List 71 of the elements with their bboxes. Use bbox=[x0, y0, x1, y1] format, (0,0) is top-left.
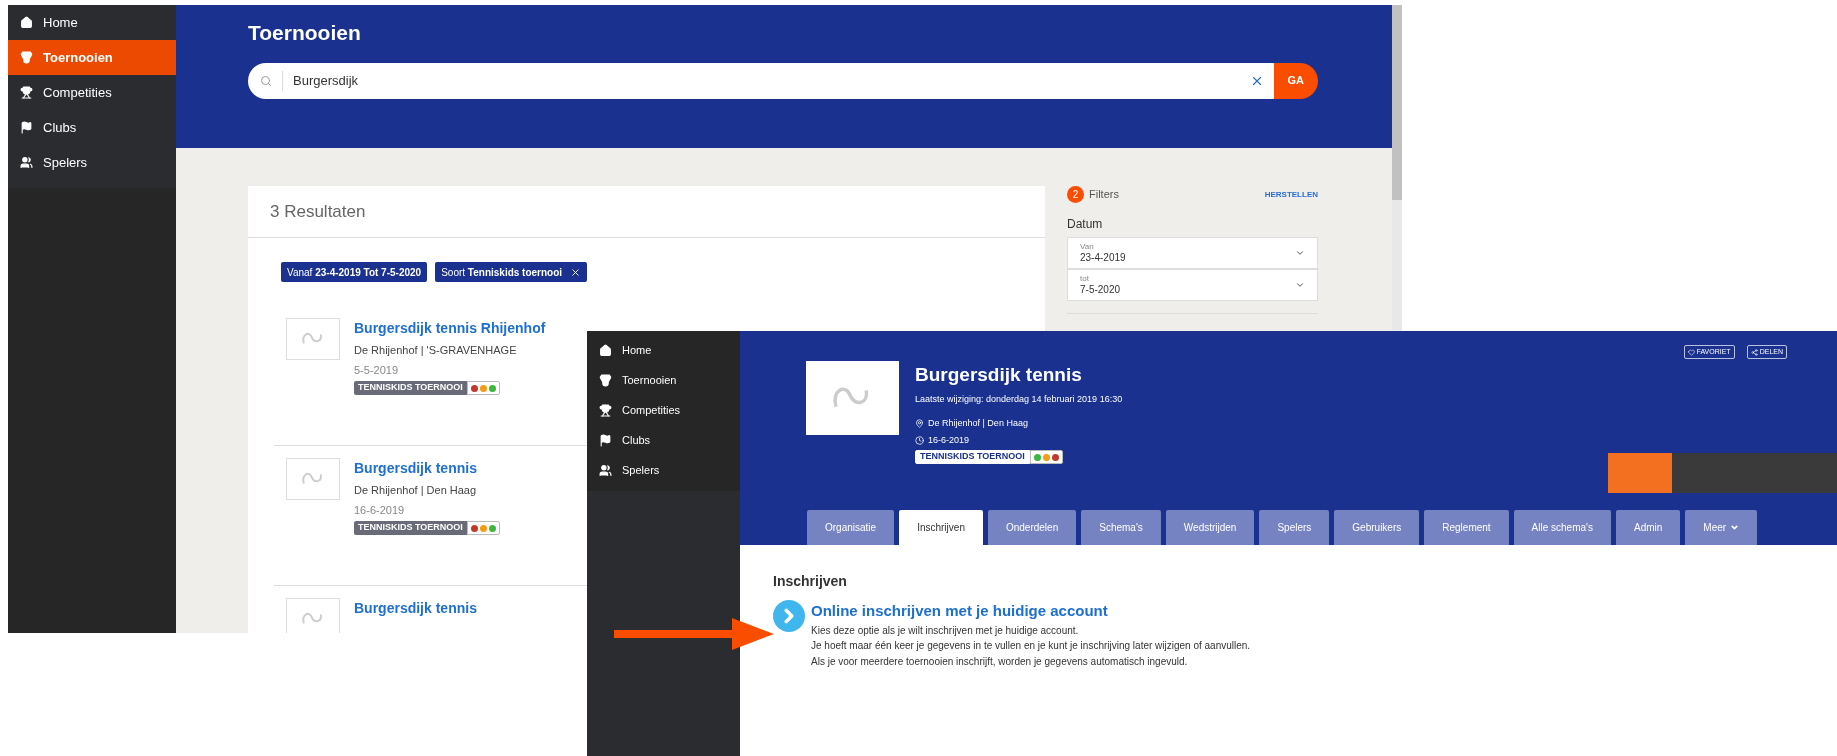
tournament-date: 16-6-2019 bbox=[354, 502, 406, 518]
option-description: Kies deze optie als je wilt inschrijven met je huidige account. bbox=[811, 623, 1080, 638]
tournament-location: De Rhijenhof | Den Haag bbox=[354, 483, 478, 498]
flag-icon bbox=[599, 433, 612, 447]
sidebar-item[interactable]: Toernooien bbox=[587, 365, 740, 395]
tournament-date: 5-5-2019 bbox=[354, 362, 400, 378]
tab[interactable]: Inschrijven bbox=[899, 510, 983, 545]
caret-icon bbox=[1730, 523, 1740, 532]
last-modified: Laatste wijziging: donderdag 14 februari 2019 16:30 bbox=[915, 392, 1123, 406]
filter-chip[interactable]: Soort Tenniskids toernooi bbox=[435, 262, 588, 282]
heart-icon bbox=[1687, 348, 1695, 356]
tournament-location: De Rhijenhof | Den Haag bbox=[928, 417, 1028, 430]
tournament-link[interactable]: Burgersdijk tennis Rhijenhof bbox=[354, 318, 546, 339]
sidebar-item[interactable]: Home bbox=[8, 5, 176, 40]
tab[interactable]: Onderdelen bbox=[987, 510, 1077, 545]
trophy-icon bbox=[599, 403, 612, 417]
search-icon bbox=[260, 74, 272, 87]
tab[interactable]: Organisatie bbox=[807, 510, 895, 545]
date-select[interactable]: tot 7-5-2020 bbox=[1067, 269, 1318, 301]
logo-placeholder bbox=[286, 458, 340, 500]
tournament-tag: TENNISKIDS TOERNOOI bbox=[915, 450, 1030, 464]
sidebar-item[interactable]: Toernooien bbox=[8, 40, 176, 75]
tournament-title: Burgersdijk tennis bbox=[915, 363, 1083, 387]
share-icon bbox=[1750, 348, 1758, 356]
tab[interactable]: Schema's bbox=[1081, 510, 1161, 545]
tournament-date: 16-6-2019 bbox=[928, 433, 970, 447]
clock-icon bbox=[915, 435, 924, 445]
option-description: Als je voor meerdere toernooien inschrijft, worden je gegevens automatisch ingevuld. bbox=[811, 654, 1189, 669]
pin-icon bbox=[915, 419, 924, 429]
date-select[interactable]: Van 23-4-2019 bbox=[1067, 237, 1318, 269]
search-bar[interactable]: Burgersdijk bbox=[248, 62, 1274, 99]
page-title: Toernooien bbox=[248, 20, 362, 46]
home-icon bbox=[20, 16, 33, 29]
section-heading: Inschrijven bbox=[773, 572, 848, 591]
filter-count-badge: 2 bbox=[1067, 186, 1084, 203]
tournament-tag: TENNISKIDS TOERNOOI bbox=[354, 381, 467, 395]
sidebar-item[interactable]: Spelers bbox=[587, 455, 740, 485]
users-icon bbox=[20, 156, 33, 169]
tab[interactable]: Spelers bbox=[1259, 510, 1330, 545]
trophy-icon bbox=[20, 86, 33, 99]
tab[interactable]: Alle schema's bbox=[1513, 510, 1611, 545]
tournament-tag: TENNISKIDS TOERNOOI bbox=[354, 521, 467, 535]
option-description: Je hoeft maar één keer je gegevens in te vullen en je kunt je inschrijving later wijzigen of aanvullen. bbox=[811, 639, 1251, 653]
close-icon[interactable] bbox=[570, 266, 582, 278]
sidebar-item[interactable]: Competities bbox=[8, 75, 176, 110]
users-icon bbox=[599, 463, 612, 477]
sidebar-item[interactable]: Clubs bbox=[587, 425, 740, 455]
sidebar-item[interactable]: Clubs bbox=[8, 110, 176, 145]
tournament-link[interactable]: Burgersdijk tennis bbox=[354, 458, 500, 479]
tournament-location: De Rhijenhof | 'S-GRAVENHAGE bbox=[354, 343, 518, 358]
sidebar-item[interactable]: Home bbox=[587, 335, 740, 365]
tab[interactable]: Wedstrijden bbox=[1165, 510, 1255, 545]
reset-link[interactable]: HERSTELLEN bbox=[1264, 188, 1318, 201]
tournament-link[interactable]: Burgersdijk tennis bbox=[354, 598, 477, 619]
home-icon bbox=[599, 343, 612, 357]
results-count: 3 Resultaten bbox=[270, 200, 366, 223]
filter-section-title: Datum bbox=[1067, 216, 1104, 233]
sidebar-item[interactable]: Spelers bbox=[8, 145, 176, 180]
filter-chip[interactable]: Vanaf 23-4-2019 Tot 7-5-2020 bbox=[281, 262, 428, 282]
logo-placeholder bbox=[286, 318, 340, 360]
sidebar-item[interactable]: Competities bbox=[587, 395, 740, 425]
tab[interactable]: Reglement bbox=[1424, 510, 1509, 545]
flag-icon bbox=[20, 121, 33, 134]
tab[interactable]: Admin bbox=[1616, 510, 1681, 545]
caret-icon bbox=[1295, 280, 1305, 290]
search-input[interactable]: Burgersdijk bbox=[293, 70, 1250, 91]
option-link[interactable]: Online inschrijven met je huidige account bbox=[811, 600, 1251, 623]
tab[interactable]: Meer bbox=[1685, 510, 1758, 545]
filters-label: Filters bbox=[1089, 187, 1119, 203]
caret-icon bbox=[1295, 248, 1305, 258]
tab[interactable]: Gebruikers bbox=[1334, 510, 1420, 545]
